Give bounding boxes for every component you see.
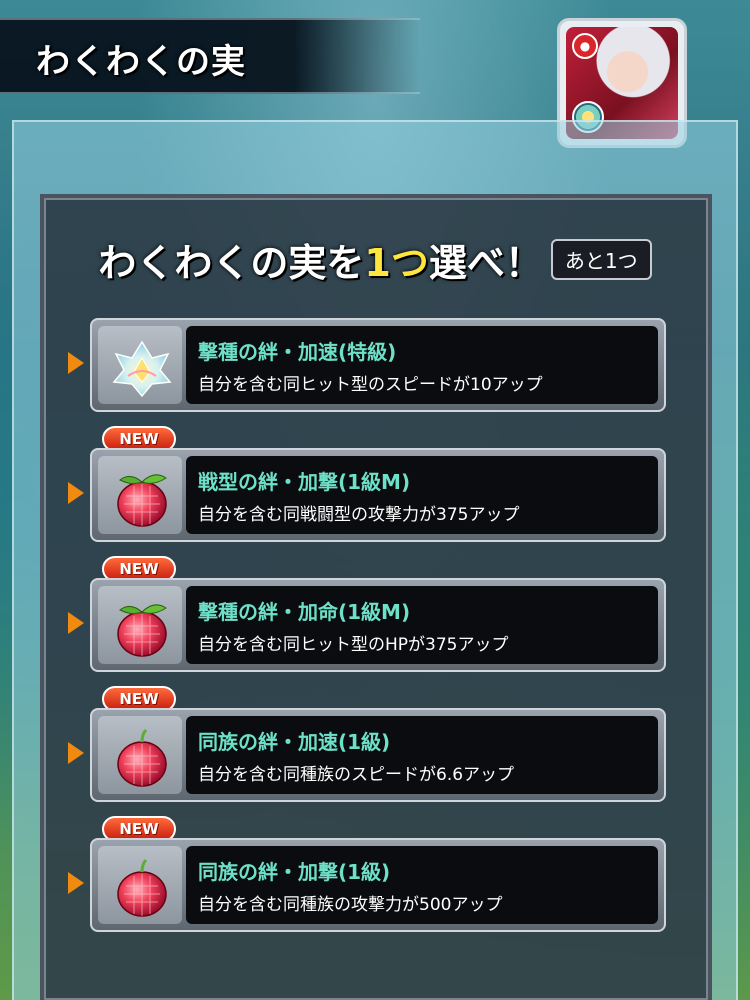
option-card[interactable]: 同族の絆・加速(1級) 自分を含む同種族のスピードが6.6アップ	[90, 708, 666, 802]
option-description: 自分を含む同戦闘型の攻撃力が375アップ	[198, 505, 520, 525]
fruit-icon-well	[98, 586, 182, 664]
option-title: 撃種の絆・加速(特級)	[198, 340, 397, 364]
option-card[interactable]: 撃種の絆・加命(1級M) 自分を含む同ヒット型のHPが375アップ	[90, 578, 666, 672]
option-card[interactable]: 戦型の絆・加撃(1級M) 自分を含む同戦闘型の攻撃力が375アップ	[90, 448, 666, 542]
select-arrow-icon	[68, 482, 84, 504]
prompt-verb: 選べ！	[428, 241, 543, 285]
red-fruit-icon	[117, 728, 167, 787]
select-arrow-icon	[68, 352, 84, 374]
option-body: 戦型の絆・加撃(1級M) 自分を含む同戦闘型の攻撃力が375アップ	[186, 456, 658, 534]
option-title: 戦型の絆・加撃(1級M)	[198, 470, 411, 494]
selection-prompt: わくわくの実を1つ選べ！ あと1つ	[0, 232, 750, 287]
option-body: 同族の絆・加速(1級) 自分を含む同種族のスピードが6.6アップ	[186, 716, 658, 794]
option-title: 撃種の絆・加命(1級M)	[198, 600, 411, 624]
option-body: 同族の絆・加撃(1級) 自分を含む同種族の攻撃力が500アップ	[186, 846, 658, 924]
fruit-icon-well	[98, 846, 182, 924]
option-card[interactable]: 撃種の絆・加速(特級) 自分を含む同ヒット型のスピードが10アップ	[90, 318, 666, 412]
option-card[interactable]: 同族の絆・加撃(1級) 自分を含む同種族の攻撃力が500アップ	[90, 838, 666, 932]
option-title: 同族の絆・加撃(1級)	[198, 860, 391, 884]
lotus-fruit-icon	[112, 340, 172, 398]
red-fruit-icon	[117, 604, 167, 657]
select-arrow-icon	[68, 612, 84, 634]
option-description: 自分を含む同種族のスピードが6.6アップ	[198, 765, 515, 785]
remaining-badge: あと1つ	[550, 239, 652, 280]
select-arrow-icon	[68, 742, 84, 764]
select-arrow-icon	[68, 872, 84, 894]
option-title: 同族の絆・加速(1級)	[198, 730, 391, 754]
option-body: 撃種の絆・加命(1級M) 自分を含む同ヒット型のHPが375アップ	[186, 586, 658, 664]
prompt-text: わくわくの実を	[98, 241, 365, 285]
option-description: 自分を含む同種族の攻撃力が500アップ	[198, 895, 503, 915]
option-description: 自分を含む同ヒット型のスピードが10アップ	[198, 375, 543, 395]
prompt-count: 1つ	[364, 241, 429, 285]
option-body: 撃種の絆・加速(特級) 自分を含む同ヒット型のスピードが10アップ	[186, 326, 658, 404]
fruit-icon-well	[98, 326, 182, 404]
fruit-icon-well	[98, 716, 182, 794]
red-fruit-icon	[117, 474, 167, 527]
element-icon: ●	[572, 33, 598, 59]
fruit-icon-well	[98, 456, 182, 534]
page-title: わくわくの実	[36, 42, 246, 82]
option-description: 自分を含む同ヒット型のHPが375アップ	[198, 635, 509, 655]
red-fruit-icon	[117, 858, 167, 917]
